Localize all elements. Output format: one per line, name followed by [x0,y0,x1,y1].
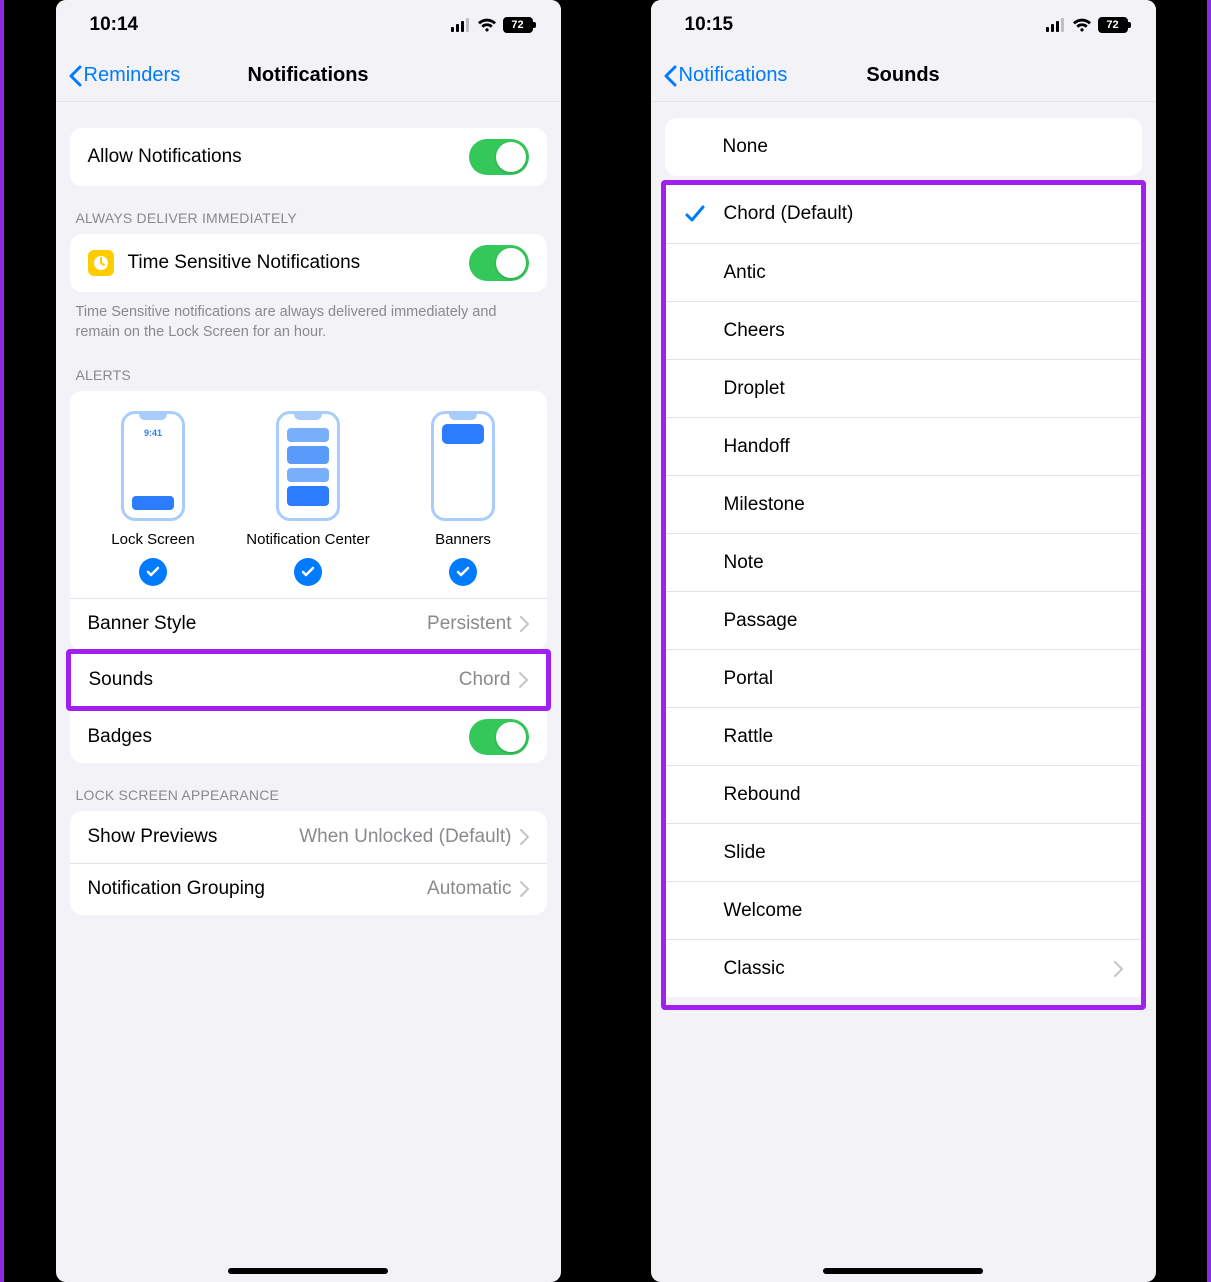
sound-option-label: Rattle [724,726,1123,748]
checkmark-icon [684,203,706,225]
show-previews-value: When Unlocked (Default) [299,826,511,848]
badges-row[interactable]: Badges [70,711,547,763]
show-previews-label: Show Previews [88,826,300,848]
wifi-icon [477,18,497,32]
banners-preview-icon [431,411,495,521]
nav-bar: Notifications Sounds [651,50,1156,102]
sound-option-label: Portal [724,668,1123,690]
cellular-icon [1046,18,1066,32]
cellular-icon [451,18,471,32]
show-previews-row[interactable]: Show Previews When Unlocked (Default) [70,811,547,863]
sounds-label: Sounds [89,669,459,691]
clock-icon [88,250,114,276]
sound-option[interactable]: Cheers [666,301,1141,359]
status-bar: 10:15 72 [651,0,1156,50]
chevron-right-icon [1114,961,1123,977]
alert-lockscreen-label: Lock Screen [111,531,194,548]
status-time: 10:14 [90,14,139,36]
sound-option-label: Slide [724,842,1123,864]
time-sensitive-row[interactable]: Time Sensitive Notifications [70,234,547,292]
sound-option[interactable]: Passage [666,591,1141,649]
time-sensitive-label: Time Sensitive Notifications [128,252,469,274]
sound-option-label: None [723,136,768,158]
home-indicator[interactable] [228,1268,388,1274]
wifi-icon [1072,18,1092,32]
chevron-right-icon [520,881,529,897]
sound-option[interactable]: Handoff [666,417,1141,475]
alerts-panel: 9:41 Lock Screen Notification Center [70,391,547,598]
sound-option[interactable]: Classic [666,939,1141,997]
notification-grouping-value: Automatic [427,878,511,900]
allow-notifications-row[interactable]: Allow Notifications [70,128,547,186]
notifications-settings-screen: 10:14 72 Reminders Notifications Allow N… [56,0,561,1282]
page-title: Sounds [651,64,1156,87]
chevron-right-icon [520,829,529,845]
lockscreen-preview-icon: 9:41 [121,411,185,521]
sound-option[interactable]: Antic [666,243,1141,301]
sound-option-label: Handoff [724,436,1123,458]
sound-option-label: Classic [724,958,1114,980]
badges-toggle[interactable] [469,719,529,755]
banner-style-label: Banner Style [88,613,428,635]
nav-bar: Reminders Notifications [56,50,561,102]
time-sensitive-footer: Time Sensitive notifications are always … [56,292,561,343]
sounds-row[interactable]: Sounds Chord [71,654,546,706]
sound-option[interactable]: Chord (Default) [666,185,1141,243]
time-sensitive-toggle[interactable] [469,245,529,281]
battery-icon: 72 [503,17,533,33]
sound-option-label: Droplet [724,378,1123,400]
alerts-header: ALERTS [56,343,561,391]
allow-notifications-label: Allow Notifications [88,146,469,168]
sound-option-label: Milestone [724,494,1123,516]
sound-option[interactable]: Rebound [666,765,1141,823]
alert-option-notification-center[interactable]: Notification Center [233,411,383,586]
status-bar: 10:14 72 [56,0,561,50]
sound-option[interactable]: Milestone [666,475,1141,533]
sound-option-label: Chord (Default) [724,203,1123,225]
alert-option-lockscreen[interactable]: 9:41 Lock Screen [78,411,228,586]
banner-style-row[interactable]: Banner Style Persistent [70,598,547,650]
chevron-right-icon [520,616,529,632]
sound-option-label: Note [724,552,1123,574]
sound-option-label: Cheers [724,320,1123,342]
notification-grouping-label: Notification Grouping [88,878,428,900]
alert-option-banners[interactable]: Banners [388,411,538,586]
sounds-value: Chord [459,669,511,691]
home-indicator[interactable] [823,1268,983,1274]
sound-option-none[interactable]: None [665,118,1142,176]
banner-style-value: Persistent [427,613,511,635]
sound-option[interactable]: Welcome [666,881,1141,939]
checkmark-icon [139,558,167,586]
status-icons: 72 [451,17,533,33]
page-title: Notifications [56,64,561,87]
notification-grouping-row[interactable]: Notification Grouping Automatic [70,863,547,915]
allow-notifications-toggle[interactable] [469,139,529,175]
status-icons: 72 [1046,17,1128,33]
alert-banners-label: Banners [435,531,491,548]
sounds-row-highlight: Sounds Chord [66,649,551,711]
chevron-right-icon [519,672,528,688]
sound-option-label: Antic [724,262,1123,284]
badges-label: Badges [88,726,469,748]
sounds-settings-screen: 10:15 72 Notifications Sounds None Chord… [651,0,1156,1282]
sound-option[interactable]: Note [666,533,1141,591]
sound-option-label: Rebound [724,784,1123,806]
notification-center-preview-icon [276,411,340,521]
sounds-list: Chord (Default) Antic Cheers Droplet Handoff… [666,185,1141,997]
checkmark-slot [666,203,724,225]
sound-option-label: Passage [724,610,1123,632]
lock-screen-appearance-header: LOCK SCREEN APPEARANCE [56,763,561,811]
sound-option[interactable]: Droplet [666,359,1141,417]
battery-icon: 72 [1098,17,1128,33]
sound-option[interactable]: Portal [666,649,1141,707]
always-deliver-header: ALWAYS DELIVER IMMEDIATELY [56,186,561,234]
checkmark-icon [294,558,322,586]
alert-nc-label: Notification Center [246,531,369,548]
checkmark-icon [449,558,477,586]
status-time: 10:15 [685,14,734,36]
sounds-list-highlight: Chord (Default) Antic Cheers Droplet Handoff… [661,180,1146,1010]
sound-option[interactable]: Slide [666,823,1141,881]
sound-option-label: Welcome [724,900,1123,922]
sound-option[interactable]: Rattle [666,707,1141,765]
